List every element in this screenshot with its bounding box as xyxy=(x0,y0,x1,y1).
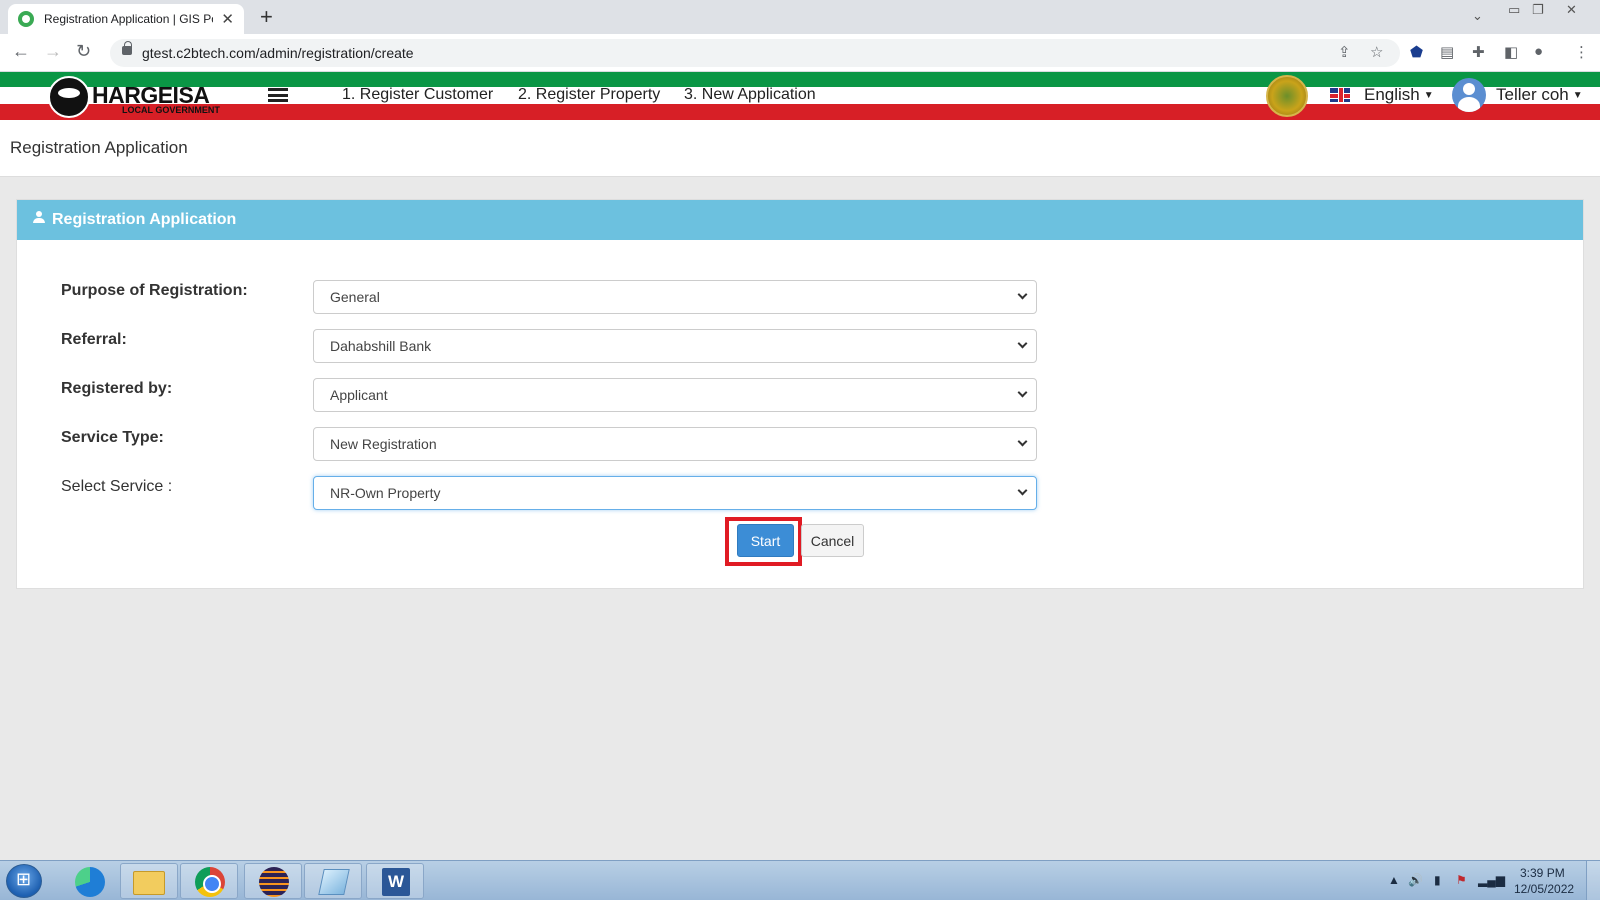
taskbar-word[interactable]: W xyxy=(366,863,424,899)
taskbar-notepad[interactable] xyxy=(304,863,362,899)
service-type-label: Service Type: xyxy=(61,429,164,446)
clock-time[interactable]: 3:39 PM xyxy=(1520,866,1565,880)
purpose-value: General xyxy=(330,289,380,305)
edge-icon xyxy=(75,867,105,897)
show-desktop-button[interactable] xyxy=(1586,861,1600,900)
cancel-button[interactable]: Cancel xyxy=(801,524,864,557)
page-header: Registration Application xyxy=(0,120,1600,177)
referral-label: Referral: xyxy=(61,331,127,348)
url-text: gtest.c2btech.com/admin/registration/cre… xyxy=(142,45,414,61)
user-icon xyxy=(33,211,45,225)
government-seal-icon xyxy=(1266,75,1308,117)
minimize-icon[interactable]: ▭ xyxy=(1508,2,1520,18)
taskbar-chrome[interactable] xyxy=(180,863,238,899)
service-type-select[interactable]: New Registration xyxy=(313,427,1037,461)
share-icon[interactable]: ⇪ xyxy=(1338,43,1351,61)
taskbar-edge[interactable] xyxy=(60,863,118,899)
chevron-down-icon xyxy=(1017,338,1028,349)
user-avatar[interactable] xyxy=(1452,78,1486,112)
page-title: Registration Application xyxy=(10,138,188,157)
word-icon: W xyxy=(382,868,410,896)
site-favicon-icon xyxy=(18,11,34,27)
clock-date[interactable]: 12/05/2022 xyxy=(1514,882,1574,896)
battery-icon[interactable]: ▮ xyxy=(1434,873,1441,887)
start-menu-icon[interactable] xyxy=(6,864,42,898)
panel-header: Registration Application xyxy=(17,200,1583,240)
speaker-icon[interactable]: 🔊 xyxy=(1408,873,1423,887)
browser-toolbar: ← → ↻ gtest.c2btech.com/admin/registrati… xyxy=(0,34,1600,72)
extensions-puzzle-icon[interactable]: ✚ xyxy=(1472,43,1485,61)
chevron-down-icon xyxy=(1017,436,1028,447)
hargeisa-logo-icon[interactable] xyxy=(48,76,90,118)
app-header: HARGEISA LOCAL GOVERNMENT 1. Register Cu… xyxy=(0,72,1600,120)
back-icon[interactable]: ← xyxy=(12,41,30,62)
chevron-down-icon xyxy=(1017,387,1028,398)
registered-by-label: Registered by: xyxy=(61,380,173,397)
tray-expand-icon[interactable]: ▲ xyxy=(1388,873,1400,887)
chevron-down-icon xyxy=(1017,289,1028,300)
taskbar-eclipse[interactable] xyxy=(244,863,302,899)
select-service-label: Select Service : xyxy=(61,478,173,495)
restore-icon[interactable]: ❐ xyxy=(1532,2,1544,18)
caret-down-icon: ▼ xyxy=(1572,90,1583,101)
select-service-select[interactable]: NR-Own Property xyxy=(313,476,1037,510)
extension-shield-icon[interactable]: ⬟ xyxy=(1410,43,1423,61)
reload-icon[interactable]: ↻ xyxy=(76,41,91,62)
user-name: Teller coh xyxy=(1496,85,1569,104)
clipboard-icon[interactable]: ▤ xyxy=(1440,43,1454,61)
referral-value: Dahabshill Bank xyxy=(330,338,432,354)
close-window-icon[interactable]: ✕ xyxy=(1566,2,1577,18)
profile-icon[interactable]: ● xyxy=(1534,43,1543,60)
new-tab-icon[interactable]: + xyxy=(260,4,273,30)
select-service-value: NR-Own Property xyxy=(330,485,441,501)
registered-by-value: Applicant xyxy=(330,387,388,403)
bookmark-star-icon[interactable]: ☆ xyxy=(1370,43,1383,61)
forward-icon[interactable]: → xyxy=(44,41,62,62)
nav-register-customer[interactable]: 1. Register Customer xyxy=(342,86,493,104)
nav-new-application[interactable]: 3. New Application xyxy=(684,86,816,104)
eclipse-icon xyxy=(259,867,289,897)
logo-subtitle: LOCAL GOVERNMENT xyxy=(122,105,220,115)
chevron-down-icon xyxy=(1017,485,1028,496)
signal-icon[interactable]: ▂▄▆ xyxy=(1478,873,1505,887)
panel-title: Registration Application xyxy=(52,211,237,228)
browser-tab-bar: Registration Application | GIS Por ✕ + ⌄… xyxy=(0,0,1600,34)
tab-close-icon[interactable]: ✕ xyxy=(221,10,234,28)
tab-search-icon[interactable]: ⌄ xyxy=(1472,8,1483,24)
folder-icon xyxy=(133,871,165,895)
notepad-icon xyxy=(318,869,350,895)
windows-taskbar: W ▲ 🔊 ▮ ⚑ ▂▄▆ 3:39 PM 12/05/2022 xyxy=(0,860,1600,900)
side-panel-icon[interactable]: ◧ xyxy=(1504,43,1518,61)
start-button[interactable]: Start xyxy=(737,524,794,557)
registered-by-select[interactable]: Applicant xyxy=(313,378,1037,412)
language-label: English xyxy=(1364,85,1420,104)
service-type-value: New Registration xyxy=(330,436,437,452)
purpose-select[interactable]: General xyxy=(313,280,1037,314)
uk-flag-icon xyxy=(1330,88,1350,102)
chrome-icon xyxy=(195,867,225,897)
registration-panel: Registration Application Purpose of Regi… xyxy=(16,199,1584,589)
nav-register-property[interactable]: 2. Register Property xyxy=(518,86,660,104)
language-dropdown[interactable]: English ▼ xyxy=(1364,85,1434,105)
referral-select[interactable]: Dahabshill Bank xyxy=(313,329,1037,363)
lock-icon xyxy=(122,41,132,55)
tab-title: Registration Application | GIS Por xyxy=(44,12,214,26)
address-bar[interactable]: gtest.c2btech.com/admin/registration/cre… xyxy=(110,39,1400,67)
browser-tab[interactable]: Registration Application | GIS Por ✕ xyxy=(8,4,244,34)
purpose-label: Purpose of Registration: xyxy=(61,282,248,299)
hamburger-menu-icon[interactable] xyxy=(268,88,288,102)
taskbar-explorer[interactable] xyxy=(120,863,178,899)
network-alert-icon[interactable]: ⚑ xyxy=(1456,873,1467,887)
menu-dots-icon[interactable]: ⋮ xyxy=(1574,43,1589,61)
caret-down-icon: ▼ xyxy=(1423,90,1434,101)
user-dropdown[interactable]: Teller coh ▼ xyxy=(1496,85,1583,105)
